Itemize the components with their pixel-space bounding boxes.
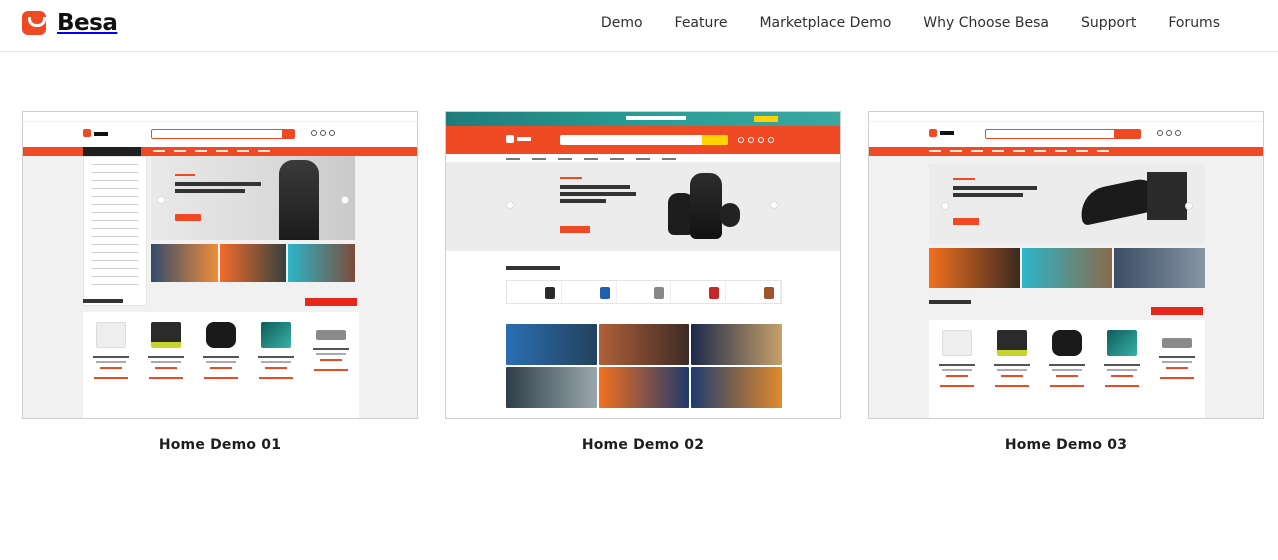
mini-page-body	[23, 156, 417, 418]
mini-search-bar	[985, 129, 1141, 139]
mini-category-sidebar	[83, 156, 147, 306]
mini-trending-tiles	[506, 280, 782, 304]
top-navbar: Besa Demo Feature Marketplace Demo Why C…	[0, 0, 1278, 52]
mini-deal-timer	[305, 298, 357, 306]
demo-3-caption[interactable]: Home Demo 03	[868, 437, 1264, 453]
brand-name: Besa	[57, 10, 118, 36]
mini-promo-banners	[151, 244, 356, 282]
mini-header-icons	[738, 137, 774, 143]
nav-why-choose-besa[interactable]: Why Choose Besa	[923, 15, 1049, 31]
demo-card-3: Home Demo 03	[868, 111, 1264, 453]
nav-marketplace-demo[interactable]: Marketplace Demo	[759, 15, 891, 31]
mini-header	[23, 123, 417, 147]
nav-demo[interactable]: Demo	[601, 15, 643, 31]
mini-header-icons	[311, 130, 335, 136]
demo-3-screenshot[interactable]	[868, 111, 1264, 419]
mini-main-nav	[23, 147, 417, 156]
mini-product-row	[83, 312, 359, 418]
mini-hero-banner	[151, 156, 355, 240]
mini-logo-icon	[83, 129, 108, 137]
mini-trending-title	[506, 266, 560, 270]
mini-search-bar	[151, 129, 295, 139]
nav-forums[interactable]: Forums	[1168, 15, 1220, 31]
mini-sub-nav	[446, 154, 840, 163]
mini-top-strip	[23, 112, 417, 122]
nav-support[interactable]: Support	[1081, 15, 1136, 31]
mini-promo-strip	[446, 112, 840, 126]
brand-logo-link[interactable]: Besa	[22, 9, 118, 37]
mini-page-body	[869, 156, 1263, 418]
mini-prev-arrow-icon	[157, 196, 165, 204]
mini-next-arrow-icon	[341, 196, 349, 204]
mini-logo-icon	[929, 129, 954, 137]
mini-promo-banners	[929, 248, 1206, 288]
mini-logo-icon	[506, 135, 531, 143]
demo-2-caption[interactable]: Home Demo 02	[445, 437, 841, 453]
mini-hero-banner	[446, 163, 840, 251]
mini-flash-deals-title	[929, 300, 971, 304]
mini-top-strip	[869, 112, 1263, 122]
mini-lightning-deals-title	[83, 299, 123, 303]
demo-1-screenshot[interactable]	[22, 111, 418, 419]
mini-main-nav	[869, 147, 1263, 156]
mini-search-bar	[560, 135, 728, 145]
besa-logo-icon	[22, 11, 46, 35]
main-nav: Demo Feature Marketplace Demo Why Choose…	[569, 0, 1220, 46]
mini-header-icons	[1157, 130, 1181, 136]
demo-2-screenshot[interactable]	[445, 111, 841, 419]
nav-feature[interactable]: Feature	[675, 15, 728, 31]
mini-header	[869, 123, 1263, 147]
mini-product-row	[929, 320, 1205, 418]
mini-hero-banner	[929, 164, 1205, 244]
demo-1-caption[interactable]: Home Demo 01	[22, 437, 418, 453]
mini-deal-timer	[1151, 307, 1203, 315]
mini-category-grid	[506, 324, 782, 408]
mini-header	[446, 126, 840, 154]
demo-card-2: Home Demo 02	[445, 111, 841, 453]
demo-card-1: Home Demo 01	[22, 111, 418, 453]
